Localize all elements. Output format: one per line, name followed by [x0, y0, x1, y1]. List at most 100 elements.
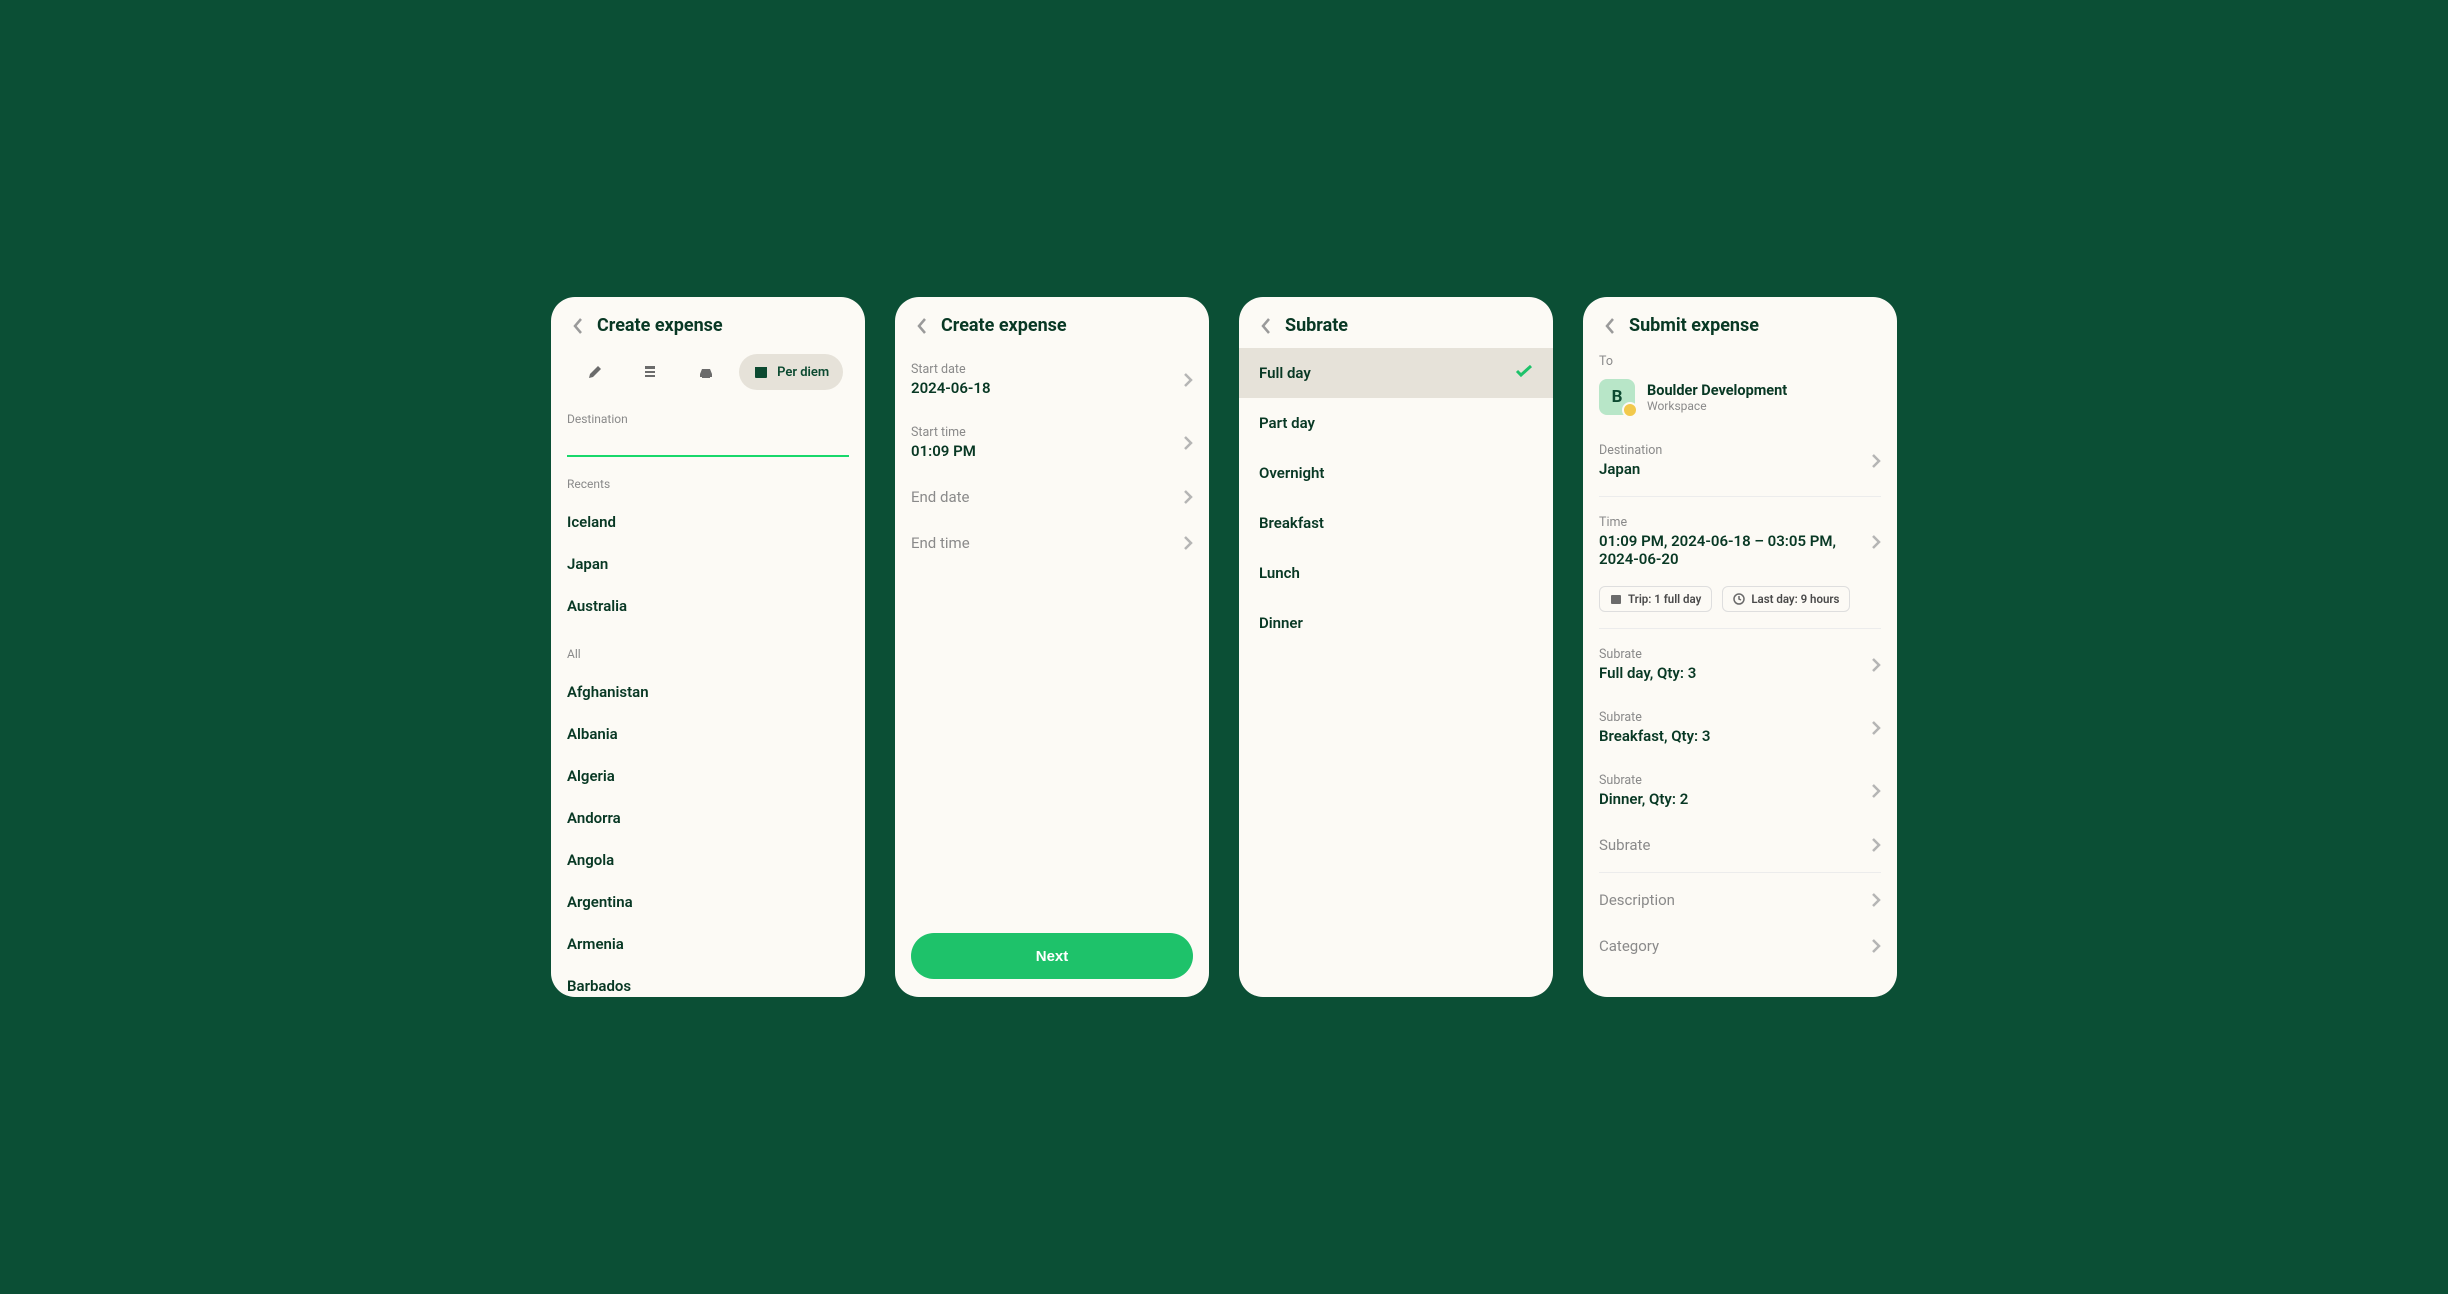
back-button[interactable] [567, 316, 587, 336]
row-label: Category [1599, 937, 1659, 955]
tab-manual[interactable] [573, 354, 617, 390]
tab-scan[interactable] [628, 354, 672, 390]
row-label: Subrate [1599, 773, 1871, 788]
chevron-right-icon [1871, 892, 1881, 908]
row-value: Dinner, Qty: 2 [1599, 790, 1871, 808]
row-label: Time [1599, 515, 1871, 530]
chevron-right-icon [1871, 453, 1881, 469]
time-row[interactable]: Time 01:09 PM, 2024-06-18 – 03:05 PM, 20… [1599, 501, 1881, 582]
country-item[interactable]: Afghanistan [567, 671, 849, 713]
tab-distance[interactable] [684, 354, 728, 390]
country-item[interactable]: Andorra [567, 797, 849, 839]
subrate-option-dinner[interactable]: Dinner [1239, 598, 1553, 648]
row-value: 2024-06-18 [911, 379, 1183, 397]
country-item[interactable]: Japan [567, 543, 849, 585]
clock-icon [1733, 593, 1745, 605]
calendar-icon [753, 364, 769, 380]
row-label: Start date [911, 362, 1183, 377]
country-item[interactable]: Australia [567, 585, 849, 627]
country-item[interactable]: Algeria [567, 755, 849, 797]
subrate-option-part-day[interactable]: Part day [1239, 398, 1553, 448]
row-value: 01:09 PM [911, 442, 1183, 460]
row-label: Destination [1599, 443, 1871, 458]
start-time-row[interactable]: Start time 01:09 PM [911, 411, 1193, 474]
row-label: Subrate [1599, 836, 1650, 854]
chevron-right-icon [1871, 720, 1881, 736]
subrate-add-row[interactable]: Subrate [1599, 822, 1881, 868]
chevron-right-icon [1871, 837, 1881, 853]
row-value: Breakfast, Qty: 3 [1599, 727, 1871, 745]
header: Subrate [1239, 297, 1553, 348]
start-date-row[interactable]: Start date 2024-06-18 [911, 348, 1193, 411]
header: Create expense [895, 297, 1209, 348]
end-date-row[interactable]: End date [911, 474, 1193, 520]
end-time-row[interactable]: End time [911, 520, 1193, 566]
option-label: Dinner [1259, 614, 1303, 632]
country-item[interactable]: Angola [567, 839, 849, 881]
chevron-right-icon [1183, 435, 1193, 451]
next-button[interactable]: Next [911, 933, 1193, 979]
chevron-right-icon [1183, 535, 1193, 551]
chevron-right-icon [1871, 938, 1881, 954]
option-label: Full day [1259, 364, 1311, 382]
page-title: Create expense [597, 315, 723, 336]
country-item[interactable]: Iceland [567, 501, 849, 543]
chevron-left-icon [572, 317, 583, 335]
check-icon [1515, 364, 1533, 382]
country-item[interactable]: Barbados [567, 965, 849, 997]
last-day-chip: Last day: 9 hours [1722, 586, 1850, 612]
subrate-row[interactable]: Subrate Dinner, Qty: 2 [1599, 759, 1881, 822]
back-button[interactable] [1255, 316, 1275, 336]
chevron-right-icon [1871, 534, 1881, 550]
screen-submit: Submit expense To B Boulder Development … [1583, 297, 1897, 997]
row-label: Start time [911, 425, 1183, 440]
chevron-left-icon [916, 317, 927, 335]
subrate-option-overnight[interactable]: Overnight [1239, 448, 1553, 498]
option-label: Part day [1259, 414, 1315, 432]
subrate-option-breakfast[interactable]: Breakfast [1239, 498, 1553, 548]
divider [1599, 872, 1881, 873]
destination-row[interactable]: Destination Japan [1599, 429, 1881, 492]
expense-type-tabs: Per diem [567, 348, 849, 404]
back-button[interactable] [1599, 316, 1619, 336]
description-row[interactable]: Description [1599, 877, 1881, 923]
workspace-row[interactable]: B Boulder Development Workspace [1599, 369, 1881, 429]
chevron-right-icon [1871, 783, 1881, 799]
country-item[interactable]: Armenia [567, 923, 849, 965]
row-value: Japan [1599, 460, 1871, 478]
row-label: End date [911, 488, 1183, 506]
chevron-left-icon [1604, 317, 1615, 335]
category-row[interactable]: Category [1599, 923, 1881, 969]
receipt-icon [642, 364, 658, 380]
divider [1599, 496, 1881, 497]
option-label: Overnight [1259, 464, 1324, 482]
row-label: Subrate [1599, 647, 1871, 662]
subrate-option-full-day[interactable]: Full day [1239, 348, 1553, 398]
page-title: Subrate [1285, 315, 1348, 336]
workspace-name: Boulder Development [1647, 382, 1787, 399]
chevron-left-icon [1260, 317, 1271, 335]
option-label: Lunch [1259, 564, 1300, 582]
country-item[interactable]: Albania [567, 713, 849, 755]
page-title: Create expense [941, 315, 1067, 336]
car-icon [698, 364, 714, 380]
row-label: Description [1599, 891, 1675, 909]
chevron-right-icon [1871, 657, 1881, 673]
subrate-option-lunch[interactable]: Lunch [1239, 548, 1553, 598]
option-label: Breakfast [1259, 514, 1324, 532]
tab-per-diem[interactable]: Per diem [739, 354, 843, 390]
workspace-badge-icon [1622, 402, 1638, 418]
workspace-avatar: B [1599, 379, 1635, 415]
back-button[interactable] [911, 316, 931, 336]
destination-input[interactable] [567, 426, 849, 457]
screen-dates: Create expense Start date 2024-06-18 Sta… [895, 297, 1209, 997]
screen-destination: Create expense Per diem Destination [551, 297, 865, 997]
subrate-row[interactable]: Subrate Breakfast, Qty: 3 [1599, 696, 1881, 759]
to-label: To [1599, 354, 1881, 369]
country-item[interactable]: Argentina [567, 881, 849, 923]
calendar-icon [1610, 593, 1622, 605]
subrate-row[interactable]: Subrate Full day, Qty: 3 [1599, 633, 1881, 696]
pencil-icon [587, 364, 603, 380]
trip-chip: Trip: 1 full day [1599, 586, 1712, 612]
row-value: Full day, Qty: 3 [1599, 664, 1871, 682]
